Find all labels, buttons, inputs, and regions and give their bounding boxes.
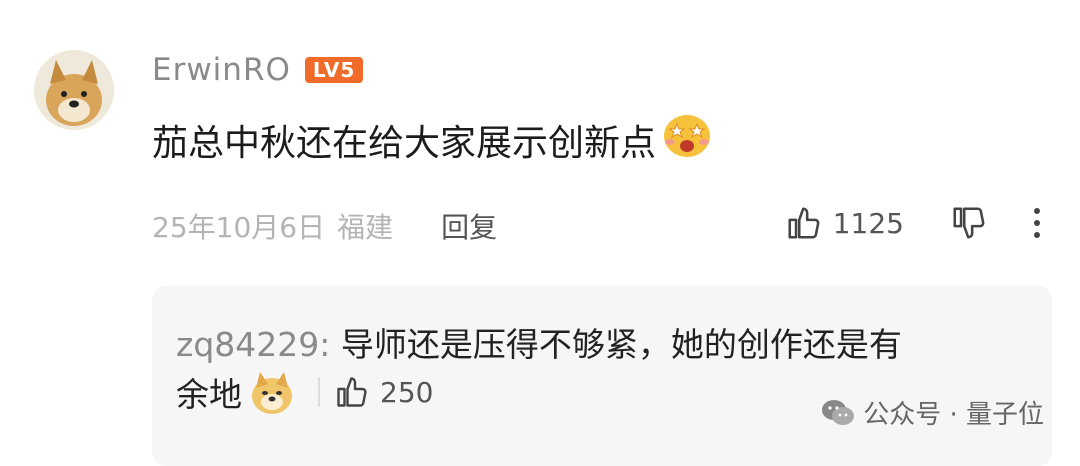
reply-line1: zq84229: 导师还是压得不够紧，她的创作还是有	[176, 318, 902, 366]
comment-username[interactable]: ErwinRO	[152, 52, 291, 88]
like-count: 1125	[832, 206, 904, 240]
wechat-icon	[822, 399, 855, 425]
comment-date: 25年10月6日	[152, 211, 326, 244]
avatar[interactable]	[34, 50, 114, 130]
more-vertical-icon	[1034, 208, 1040, 238]
thumbs-down-icon	[953, 207, 985, 239]
comment-meta: 25年10月6日 福建 回复	[152, 206, 497, 246]
doge-avatar-icon	[34, 50, 114, 130]
reply-text-line2: 余地	[176, 375, 242, 414]
watermark: 公众号 · 量子位	[821, 394, 1044, 431]
reply-username[interactable]: zq84229:	[176, 325, 330, 364]
more-options-button[interactable]	[1032, 206, 1042, 240]
reply-button[interactable]: 回复	[441, 206, 497, 246]
divider	[318, 377, 320, 407]
watermark-text: 公众号 · 量子位	[863, 400, 1044, 430]
reply-text-line1: 导师还是压得不够紧，她的创作还是有	[330, 325, 902, 364]
comment-location: 福建	[337, 211, 394, 244]
level-badge: LV5	[304, 57, 364, 83]
thumbs-up-icon	[788, 207, 820, 239]
reply-like-button[interactable]: 250	[334, 374, 433, 410]
reply-like-count: 250	[380, 375, 434, 409]
like-button[interactable]: 1125	[785, 204, 904, 242]
thumbs-up-icon	[337, 377, 367, 407]
starry-eyes-emoji-icon	[662, 112, 712, 167]
reply-box: zq84229: 导师还是压得不够紧，她的创作还是有 余地 250	[152, 286, 1052, 466]
dislike-button[interactable]	[950, 204, 988, 242]
reply-line2: 余地 250	[176, 368, 433, 416]
comment-body: 茄总中秋还在给大家展示创新点	[152, 122, 657, 164]
doge-emoji-icon	[248, 368, 296, 416]
comment-actions: 1125	[785, 204, 1042, 242]
comment-header: ErwinRO LV5	[152, 52, 364, 88]
comment-text: 茄总中秋还在给大家展示创新点	[152, 112, 712, 167]
